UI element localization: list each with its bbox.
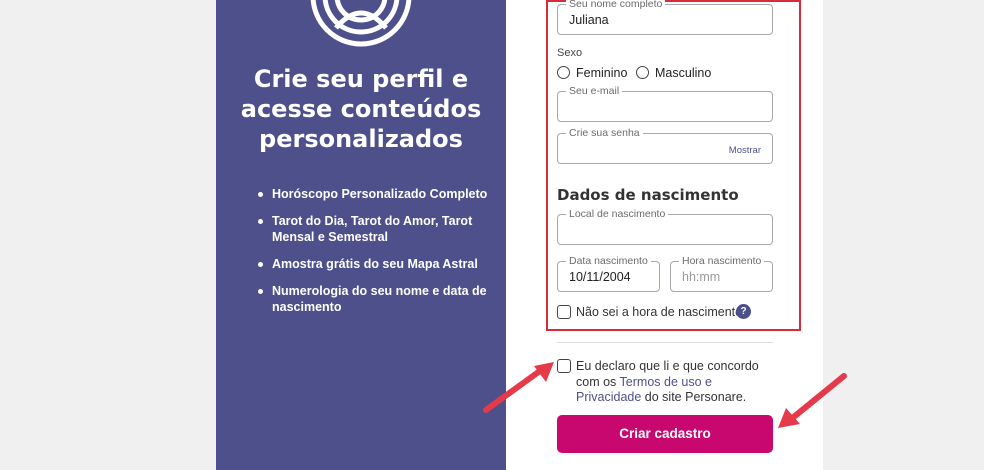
unknown-time-label[interactable]: Não sei a hora de nascimento (576, 305, 742, 321)
benefit-item: Numerologia do seu nome e data de nascim… (258, 283, 488, 315)
radio-masculino-label[interactable]: Masculino (655, 66, 711, 80)
birth-date-label: Data nascimento (566, 254, 651, 268)
birth-time-label: Hora nascimento (679, 254, 765, 268)
birth-time-placeholder: hh:mm (682, 270, 721, 284)
terms-text-after: do site Personare. (641, 390, 747, 404)
birthplace-field[interactable]: Local de nascimento (557, 207, 773, 245)
benefit-item: Amostra grátis do seu Mapa Astral (258, 256, 488, 272)
terms-checkbox[interactable] (557, 359, 571, 373)
email-field[interactable]: Seu e-mail (557, 84, 773, 122)
password-field-label: Crie sua senha (566, 126, 643, 140)
help-icon[interactable]: ? (736, 304, 751, 319)
birthplace-field-label: Local de nascimento (566, 207, 669, 221)
unknown-time-checkbox[interactable] (557, 305, 571, 319)
name-field-value: Juliana (569, 13, 609, 27)
promo-panel: Crie seu perfil e acesse conteúdos perso… (216, 0, 506, 470)
personare-logo-icon (310, 0, 412, 47)
benefit-item: Horóscopo Personalizado Completo (258, 186, 488, 202)
sex-label: Sexo (557, 47, 583, 59)
divider (557, 342, 773, 343)
radio-feminino-label[interactable]: Feminino (576, 66, 627, 80)
benefit-item: Tarot do Dia, Tarot do Amor, Tarot Mensa… (258, 213, 488, 245)
birth-time-field[interactable]: Hora nascimento hh:mm (670, 254, 773, 292)
birth-date-value: 10/11/2004 (569, 270, 631, 284)
name-field[interactable]: Seu nome completo Juliana (557, 0, 773, 35)
promo-headline: Crie seu perfil e acesse conteúdos perso… (240, 65, 482, 153)
password-field[interactable]: Crie sua senha Mostrar (557, 126, 773, 164)
create-account-button[interactable]: Criar cadastro (557, 415, 773, 453)
arrow-to-submit-icon (778, 373, 847, 428)
show-password-link[interactable]: Mostrar (729, 145, 761, 156)
arrow-to-terms-icon (483, 362, 554, 413)
radio-feminino[interactable] (557, 66, 570, 79)
birth-section-title: Dados de nascimento (557, 186, 739, 204)
email-field-label: Seu e-mail (566, 84, 623, 98)
birth-date-field[interactable]: Data nascimento 10/11/2004 (557, 254, 660, 292)
benefits-list: Horóscopo Personalizado Completo Tarot d… (258, 186, 488, 326)
terms-text: Eu declaro que li e que concordo com os … (576, 359, 776, 406)
radio-masculino[interactable] (636, 66, 649, 79)
name-field-label: Seu nome completo (566, 0, 666, 11)
